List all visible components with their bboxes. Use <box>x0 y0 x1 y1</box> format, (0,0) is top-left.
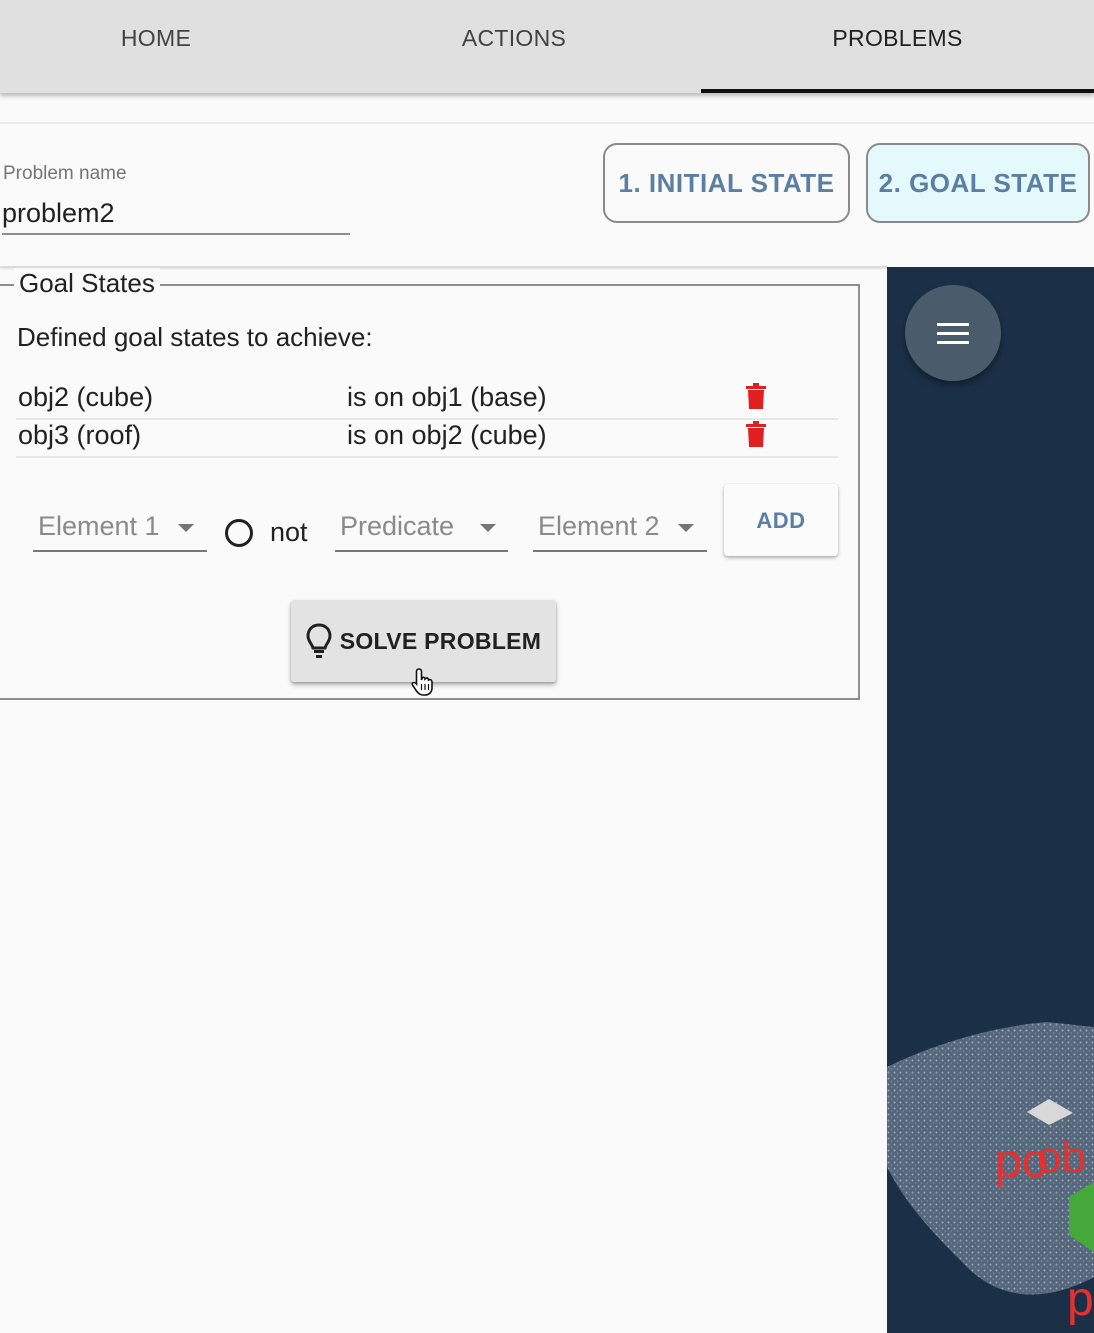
top-tab-bar: HOME ACTIONS PROBLEMS <box>0 0 1094 93</box>
chevron-down-icon <box>678 524 694 532</box>
tab-actions[interactable]: ACTIONS <box>312 0 716 93</box>
trash-icon[interactable] <box>746 383 766 409</box>
goal-relation: is on obj2 (cube) <box>347 420 547 450</box>
goal-states-legend: Goal States <box>14 268 160 299</box>
element1-placeholder: Element 1 <box>38 511 160 541</box>
element2-placeholder: Element 2 <box>538 511 660 541</box>
scene-viewer-panel[interactable]: po ob p <box>887 267 1094 1333</box>
not-label: not <box>270 517 308 547</box>
scene-label-text: p <box>1067 1273 1094 1326</box>
goal-state-button[interactable]: 2. GOAL STATE <box>866 143 1090 223</box>
add-goal-button[interactable]: ADD <box>724 484 838 556</box>
predicate-placeholder: Predicate <box>340 511 455 541</box>
problem-name-label: Problem name <box>3 163 127 184</box>
header-divider <box>0 122 1094 124</box>
hand-cursor-icon <box>411 668 433 696</box>
active-tab-indicator <box>701 89 1094 93</box>
chevron-down-icon <box>480 524 496 532</box>
scene-label-text: ob <box>1037 1133 1086 1182</box>
chevron-down-icon <box>178 524 194 532</box>
goal-relation: is on obj1 (base) <box>347 382 547 412</box>
element2-select[interactable]: Element 2 <box>533 505 707 552</box>
tab-home[interactable]: HOME <box>0 0 312 93</box>
element1-select[interactable]: Element 1 <box>33 505 207 552</box>
lightbulb-icon <box>306 623 332 658</box>
goal-element: obj3 (roof) <box>18 420 142 450</box>
goal-element: obj2 (cube) <box>18 382 154 412</box>
goal-state-row: obj2 (cube) is on obj1 (base) <box>16 381 838 420</box>
point-cloud-scene: po ob p <box>887 1022 1094 1326</box>
goal-state-row: obj3 (roof) is on obj2 (cube) <box>16 419 838 458</box>
tab-problems[interactable]: PROBLEMS <box>701 0 1094 93</box>
not-radio[interactable] <box>225 519 253 547</box>
goal-states-intro: Defined goal states to achieve: <box>17 322 373 352</box>
solve-problem-label: SOLVE PROBLEM <box>339 627 542 654</box>
trash-icon[interactable] <box>746 421 766 447</box>
predicate-select[interactable]: Predicate <box>335 505 508 552</box>
problem-name-input[interactable] <box>2 193 350 235</box>
initial-state-button[interactable]: 1. INITIAL STATE <box>603 143 850 223</box>
